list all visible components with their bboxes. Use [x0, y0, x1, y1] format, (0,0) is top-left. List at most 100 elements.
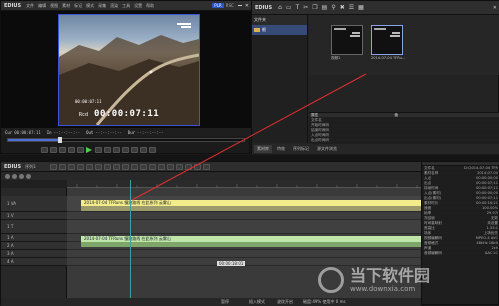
slider-handle[interactable]: [57, 137, 62, 143]
snap-icon[interactable]: [26, 173, 31, 179]
timeline-tool-button[interactable]: [103, 163, 111, 170]
player-position-slider[interactable]: [7, 137, 245, 143]
track-header-t[interactable]: 1 T: [1, 220, 67, 234]
export-button[interactable]: [149, 146, 156, 153]
timeline-cursor[interactable]: [130, 180, 131, 298]
set-out-button[interactable]: [50, 146, 57, 153]
dur-label: Dur: [127, 129, 136, 135]
cur-label: Cur: [5, 129, 13, 135]
timecode-overlay-main: Rcd 00:00:07:11: [79, 109, 159, 119]
view-icon[interactable]: ▦: [358, 4, 364, 11]
timeline-tool-button[interactable]: [175, 163, 183, 170]
new-folder-icon[interactable]: ⌂: [278, 4, 282, 11]
track-header-a3[interactable]: 3 A: [1, 250, 67, 258]
search-icon[interactable]: ⚲: [331, 4, 335, 11]
cut-icon[interactable]: ✂: [303, 4, 308, 11]
timecode-overlay-top: 00:00:07:11: [75, 98, 102, 105]
watermark: 当下软件园 www.downxia.com: [318, 258, 488, 302]
delete-icon[interactable]: ✖: [340, 4, 345, 11]
timeline-tool-button[interactable]: [130, 163, 138, 170]
insert-button[interactable]: [131, 146, 138, 153]
prev-edit-button[interactable]: [59, 146, 66, 153]
clip-area: 视频1 2014-07-04 TFRu...: [309, 15, 499, 75]
clip-item[interactable]: 2014-07-04 TFRu...: [371, 25, 405, 69]
tab-source-browser[interactable]: 源文件浏览: [314, 145, 340, 153]
timeline-tool-button[interactable]: [85, 163, 93, 170]
sequence-tab[interactable]: 序列1: [25, 164, 36, 170]
timeline-tool-button[interactable]: [67, 163, 75, 170]
timeline-tool-button[interactable]: [49, 163, 57, 170]
timeline-tool-button[interactable]: [184, 163, 192, 170]
step-back-button[interactable]: [77, 146, 84, 153]
timeline-tool-button[interactable]: [166, 163, 174, 170]
timeline-ruler[interactable]: [67, 180, 421, 188]
timeline-tool-button[interactable]: [58, 163, 66, 170]
track-lane: [67, 220, 421, 234]
track-name: 4 A: [7, 259, 14, 264]
open-icon[interactable]: ▭: [286, 4, 292, 11]
timeline-tool-button[interactable]: [193, 163, 201, 170]
menu-item[interactable]: 编辑: [38, 3, 46, 9]
menu-item[interactable]: 采集: [98, 3, 106, 9]
track-header-a1[interactable]: 1 A: [1, 234, 67, 242]
minimize-icon[interactable]: [237, 5, 242, 6]
sync-icon[interactable]: [12, 173, 17, 179]
track-name: 1 VA: [7, 201, 17, 206]
timeline-tool-button[interactable]: [76, 163, 84, 170]
cur-value: 00:00:07:11: [14, 129, 41, 135]
transport-controls: [41, 145, 251, 154]
properties-icon[interactable]: ☰: [349, 4, 354, 11]
track-header-a2[interactable]: 2 A: [1, 242, 67, 250]
tab-bin[interactable]: 素材库: [254, 145, 272, 153]
track-name: 1 V: [7, 213, 14, 218]
timecode-main: 00:00:07:11: [94, 109, 160, 119]
timeline-tool-button[interactable]: [94, 163, 102, 170]
overwrite-button[interactable]: [140, 146, 147, 153]
menu-item[interactable]: 文件: [26, 3, 34, 9]
timeline-tool-button[interactable]: [121, 163, 129, 170]
status-item: 波纹开启: [277, 299, 293, 304]
tab-sequence-markers[interactable]: 序列标记: [290, 145, 312, 153]
set-in-button[interactable]: [41, 146, 48, 153]
menu-item[interactable]: 帮助: [146, 3, 154, 9]
timeline-tool-button[interactable]: [148, 163, 156, 170]
title-icon[interactable]: T: [296, 4, 300, 11]
timeline-tool-button[interactable]: [157, 163, 165, 170]
next-edit-button[interactable]: [113, 146, 120, 153]
tab-effects[interactable]: 特效: [274, 145, 288, 153]
menu-item[interactable]: 视图: [50, 3, 58, 9]
clip-item[interactable]: 视频1: [331, 25, 363, 69]
mode-badge-secondary[interactable]: RSC: [226, 3, 234, 8]
ruler-ticks: [76, 184, 418, 188]
menu-item[interactable]: 标记: [74, 3, 82, 9]
play-button[interactable]: [86, 146, 92, 153]
mode-badge[interactable]: PLR: [212, 3, 224, 8]
copy-icon[interactable]: ❐: [312, 4, 317, 11]
timeline-tool-button[interactable]: [202, 163, 210, 170]
menu-item[interactable]: 设置: [134, 3, 142, 9]
slider-fill: [8, 139, 60, 141]
track-header-va[interactable]: 1 VA: [1, 196, 67, 212]
menu-item[interactable]: 素材: [62, 3, 70, 9]
fast-forward-button[interactable]: [104, 146, 111, 153]
video-frame[interactable]: 00:00:07:11 Rcd 00:00:07:11: [58, 14, 200, 126]
track-header-a4[interactable]: 4 A: [1, 258, 67, 266]
menu-item[interactable]: 工具: [122, 3, 130, 9]
timeline-tool-button[interactable]: [112, 163, 120, 170]
lock-icon[interactable]: [19, 173, 24, 179]
step-forward-button[interactable]: [95, 146, 102, 153]
timeline-tool-button[interactable]: [139, 163, 147, 170]
close-icon[interactable]: ✕: [245, 3, 249, 9]
paste-icon[interactable]: ▤: [322, 4, 328, 11]
close-icon[interactable]: ✕: [493, 5, 497, 11]
bin-tabs: 素材库 特效 序列标记 源文件浏览: [252, 144, 499, 154]
folder-icon: [254, 28, 260, 32]
rewind-button[interactable]: [68, 146, 75, 153]
menu-item[interactable]: 模式: [86, 3, 94, 9]
mode-icon[interactable]: [5, 173, 10, 179]
menu-item[interactable]: 渲染: [110, 3, 118, 9]
loop-button[interactable]: [122, 146, 129, 153]
track-header-v[interactable]: 1 V: [1, 212, 67, 220]
folder-root[interactable]: 根: [252, 25, 307, 35]
timeline-title: EDIUS: [4, 163, 22, 170]
